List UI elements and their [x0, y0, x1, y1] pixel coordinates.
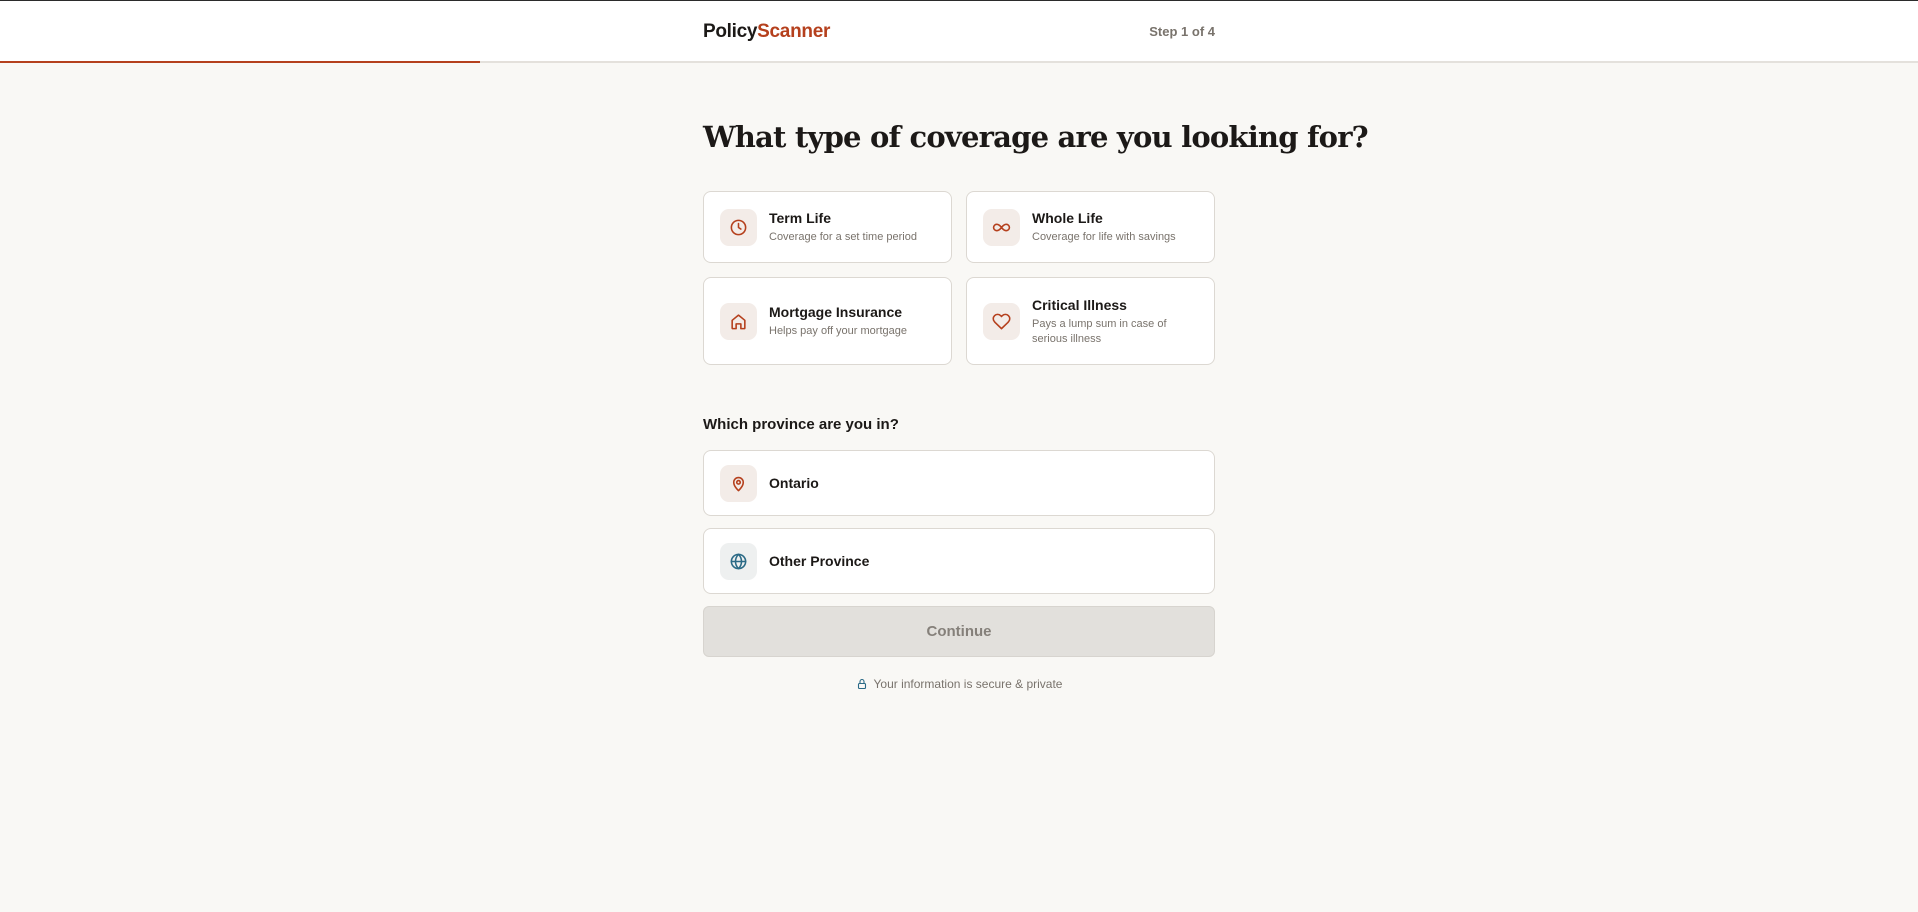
- questionnaire: What type of coverage are you looking fo…: [703, 63, 1369, 691]
- top-bar: PolicyScanner Step 1 of 4: [0, 1, 1918, 62]
- globe-icon: [720, 542, 757, 580]
- option-description: Pays a lump sum in case of serious illne…: [1032, 317, 1167, 345]
- option-other-province[interactable]: Other Province: [703, 528, 1215, 594]
- step-indicator: Step 1 of 4: [1149, 24, 1215, 39]
- province-options: Ontario Other Province: [703, 450, 1215, 594]
- option-title: Term Life: [769, 210, 831, 226]
- coverage-options: Term Life Coverage for a set time period…: [703, 191, 1215, 365]
- infinity-icon: [983, 208, 1020, 246]
- logo-policy: Policy: [703, 20, 758, 42]
- province-question: Which province are you in?: [703, 416, 899, 433]
- option-whole-life[interactable]: Whole Life Coverage for life with saving…: [966, 191, 1215, 263]
- continue-button[interactable]: Continue: [703, 606, 1215, 657]
- option-term-life[interactable]: Term Life Coverage for a set time period: [703, 191, 952, 263]
- province-label: Ontario: [769, 475, 819, 491]
- progress-bar-fill: [0, 61, 480, 63]
- option-title: Whole Life: [1032, 210, 1103, 226]
- province-label: Other Province: [769, 553, 870, 569]
- logo[interactable]: PolicyScanner: [703, 21, 830, 43]
- option-title: Critical Illness: [1032, 296, 1127, 313]
- option-description: Coverage for a set time period: [769, 231, 917, 243]
- option-description: Helps pay off your mortgage: [769, 325, 907, 337]
- clock-icon: [720, 208, 757, 246]
- lock-icon: [857, 678, 866, 690]
- security-text: Your information is secure & private: [873, 677, 1063, 691]
- logo-scanner: Scanner: [757, 20, 831, 42]
- heart-icon: [983, 302, 1020, 340]
- map-pin-icon: [720, 464, 757, 502]
- option-ontario[interactable]: Ontario: [703, 450, 1215, 516]
- option-critical-illness[interactable]: Critical Illness Pays a lump sum in case…: [966, 277, 1215, 365]
- home-icon: [720, 302, 757, 340]
- option-mortgage-insurance[interactable]: Mortgage Insurance Helps pay off your mo…: [703, 277, 952, 365]
- option-description: Coverage for life with savings: [1032, 231, 1176, 243]
- coverage-question: What type of coverage are you looking fo…: [703, 120, 1369, 154]
- security-note: Your information is secure & private: [703, 677, 1215, 691]
- option-title: Mortgage Insurance: [769, 304, 903, 320]
